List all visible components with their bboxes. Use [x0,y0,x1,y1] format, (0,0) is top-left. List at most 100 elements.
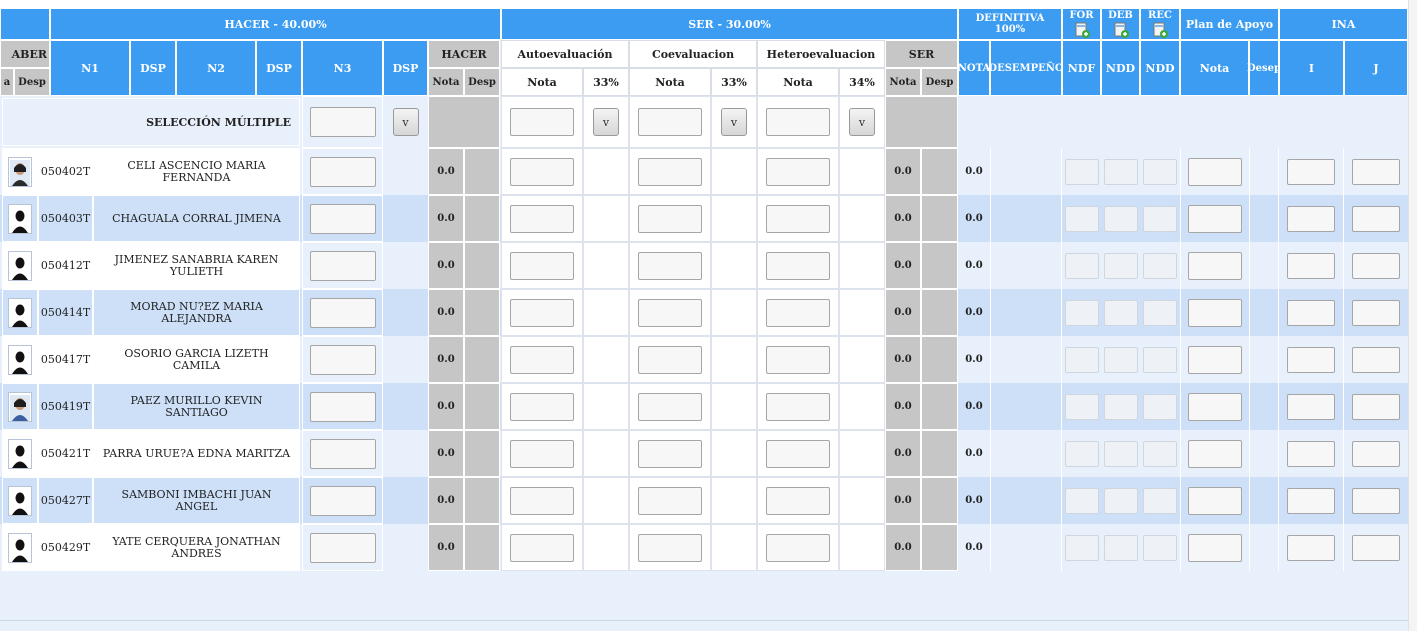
coe-nota-input[interactable] [638,204,702,233]
ndf-input[interactable] [1064,487,1099,514]
ina-i-input[interactable] [1287,158,1335,185]
ndd-input-1[interactable] [1103,534,1138,561]
ndd-input-1[interactable] [1103,487,1138,514]
seleccion-dsp3-dropdown-button[interactable]: v [392,108,419,136]
auto-nota-input[interactable] [510,439,574,468]
plan-nota-input[interactable] [1188,533,1242,562]
ndd-input-2[interactable] [1143,440,1177,467]
ndd-input-2[interactable] [1143,205,1177,232]
ndd-input-2[interactable] [1143,393,1177,420]
seleccion-n3-input[interactable] [309,107,376,137]
plan-nota-input[interactable] [1188,251,1242,280]
ndd-input-1[interactable] [1103,346,1138,373]
ndd-input-1[interactable] [1103,440,1138,467]
rec-header[interactable]: REC [1140,8,1180,40]
seleccion-het-input[interactable] [766,108,830,136]
ina-j-input[interactable] [1352,158,1400,185]
ina-i-input[interactable] [1287,487,1335,514]
plan-nota-input[interactable] [1188,204,1242,233]
seleccion-het-dropdown-button[interactable]: v [849,108,875,136]
n3-input[interactable] [309,156,376,187]
add-document-icon[interactable] [1074,22,1090,38]
ndd-input-1[interactable] [1103,299,1138,326]
coe-nota-input[interactable] [638,298,702,327]
add-document-icon[interactable] [1152,22,1168,38]
auto-nota-input[interactable] [510,345,574,374]
plan-nota-input[interactable] [1188,157,1242,186]
het-nota-input[interactable] [766,486,830,515]
het-nota-input[interactable] [766,439,830,468]
ina-i-input[interactable] [1287,252,1335,279]
seleccion-auto-dropdown-button[interactable]: v [593,108,619,136]
ndd-input-1[interactable] [1103,158,1138,185]
ndd-input-2[interactable] [1143,534,1177,561]
ina-i-input[interactable] [1287,299,1335,326]
coe-nota-input[interactable] [638,251,702,280]
ina-i-input[interactable] [1287,205,1335,232]
ina-i-input[interactable] [1287,346,1335,373]
het-nota-input[interactable] [766,533,830,562]
ndf-input[interactable] [1064,158,1099,185]
het-nota-input[interactable] [766,345,830,374]
auto-nota-input[interactable] [510,298,574,327]
add-document-icon[interactable] [1113,22,1129,38]
ndd-input-2[interactable] [1143,158,1177,185]
ina-i-input[interactable] [1287,440,1335,467]
het-nota-input[interactable] [766,392,830,421]
auto-nota-input[interactable] [510,251,574,280]
ina-j-input[interactable] [1352,299,1400,326]
seleccion-coe-input[interactable] [638,108,702,136]
ndf-input[interactable] [1064,252,1099,279]
het-nota-input[interactable] [766,204,830,233]
het-nota-input[interactable] [766,157,830,186]
ina-j-input[interactable] [1352,205,1400,232]
coe-nota-input[interactable] [638,486,702,515]
het-nota-input[interactable] [766,251,830,280]
ndf-input[interactable] [1064,346,1099,373]
coe-nota-input[interactable] [638,157,702,186]
ndf-input[interactable] [1064,393,1099,420]
for-header[interactable]: FOR [1062,8,1101,40]
coe-nota-input[interactable] [638,345,702,374]
ndd-input-2[interactable] [1143,487,1177,514]
ndf-input[interactable] [1064,534,1099,561]
n3-input[interactable] [309,438,376,469]
ndd-input-1[interactable] [1103,252,1138,279]
ndf-input[interactable] [1064,205,1099,232]
auto-nota-input[interactable] [510,204,574,233]
n3-input[interactable] [309,250,376,281]
plan-nota-input[interactable] [1188,298,1242,327]
coe-nota-input[interactable] [638,533,702,562]
plan-nota-input[interactable] [1188,439,1242,468]
auto-nota-input[interactable] [510,157,574,186]
ndd-input-1[interactable] [1103,393,1138,420]
ndd-input-2[interactable] [1143,346,1177,373]
auto-nota-input[interactable] [510,533,574,562]
ina-j-input[interactable] [1352,534,1400,561]
ina-i-input[interactable] [1287,393,1335,420]
ina-j-input[interactable] [1352,440,1400,467]
coe-nota-input[interactable] [638,392,702,421]
het-nota-input[interactable] [766,298,830,327]
plan-nota-input[interactable] [1188,392,1242,421]
ina-j-input[interactable] [1352,393,1400,420]
ndd-input-2[interactable] [1143,299,1177,326]
ina-j-input[interactable] [1352,252,1400,279]
n3-input[interactable] [309,532,376,563]
ina-j-input[interactable] [1352,346,1400,373]
ina-i-input[interactable] [1287,534,1335,561]
seleccion-auto-input[interactable] [510,108,574,136]
deb-header[interactable]: DEB [1101,8,1140,40]
ndf-input[interactable] [1064,299,1099,326]
ndd-input-1[interactable] [1103,205,1138,232]
auto-nota-input[interactable] [510,486,574,515]
n3-input[interactable] [309,391,376,422]
n3-input[interactable] [309,203,376,234]
plan-nota-input[interactable] [1188,345,1242,374]
n3-input[interactable] [309,344,376,375]
plan-nota-input[interactable] [1188,486,1242,515]
auto-nota-input[interactable] [510,392,574,421]
coe-nota-input[interactable] [638,439,702,468]
ina-j-input[interactable] [1352,487,1400,514]
ndd-input-2[interactable] [1143,252,1177,279]
